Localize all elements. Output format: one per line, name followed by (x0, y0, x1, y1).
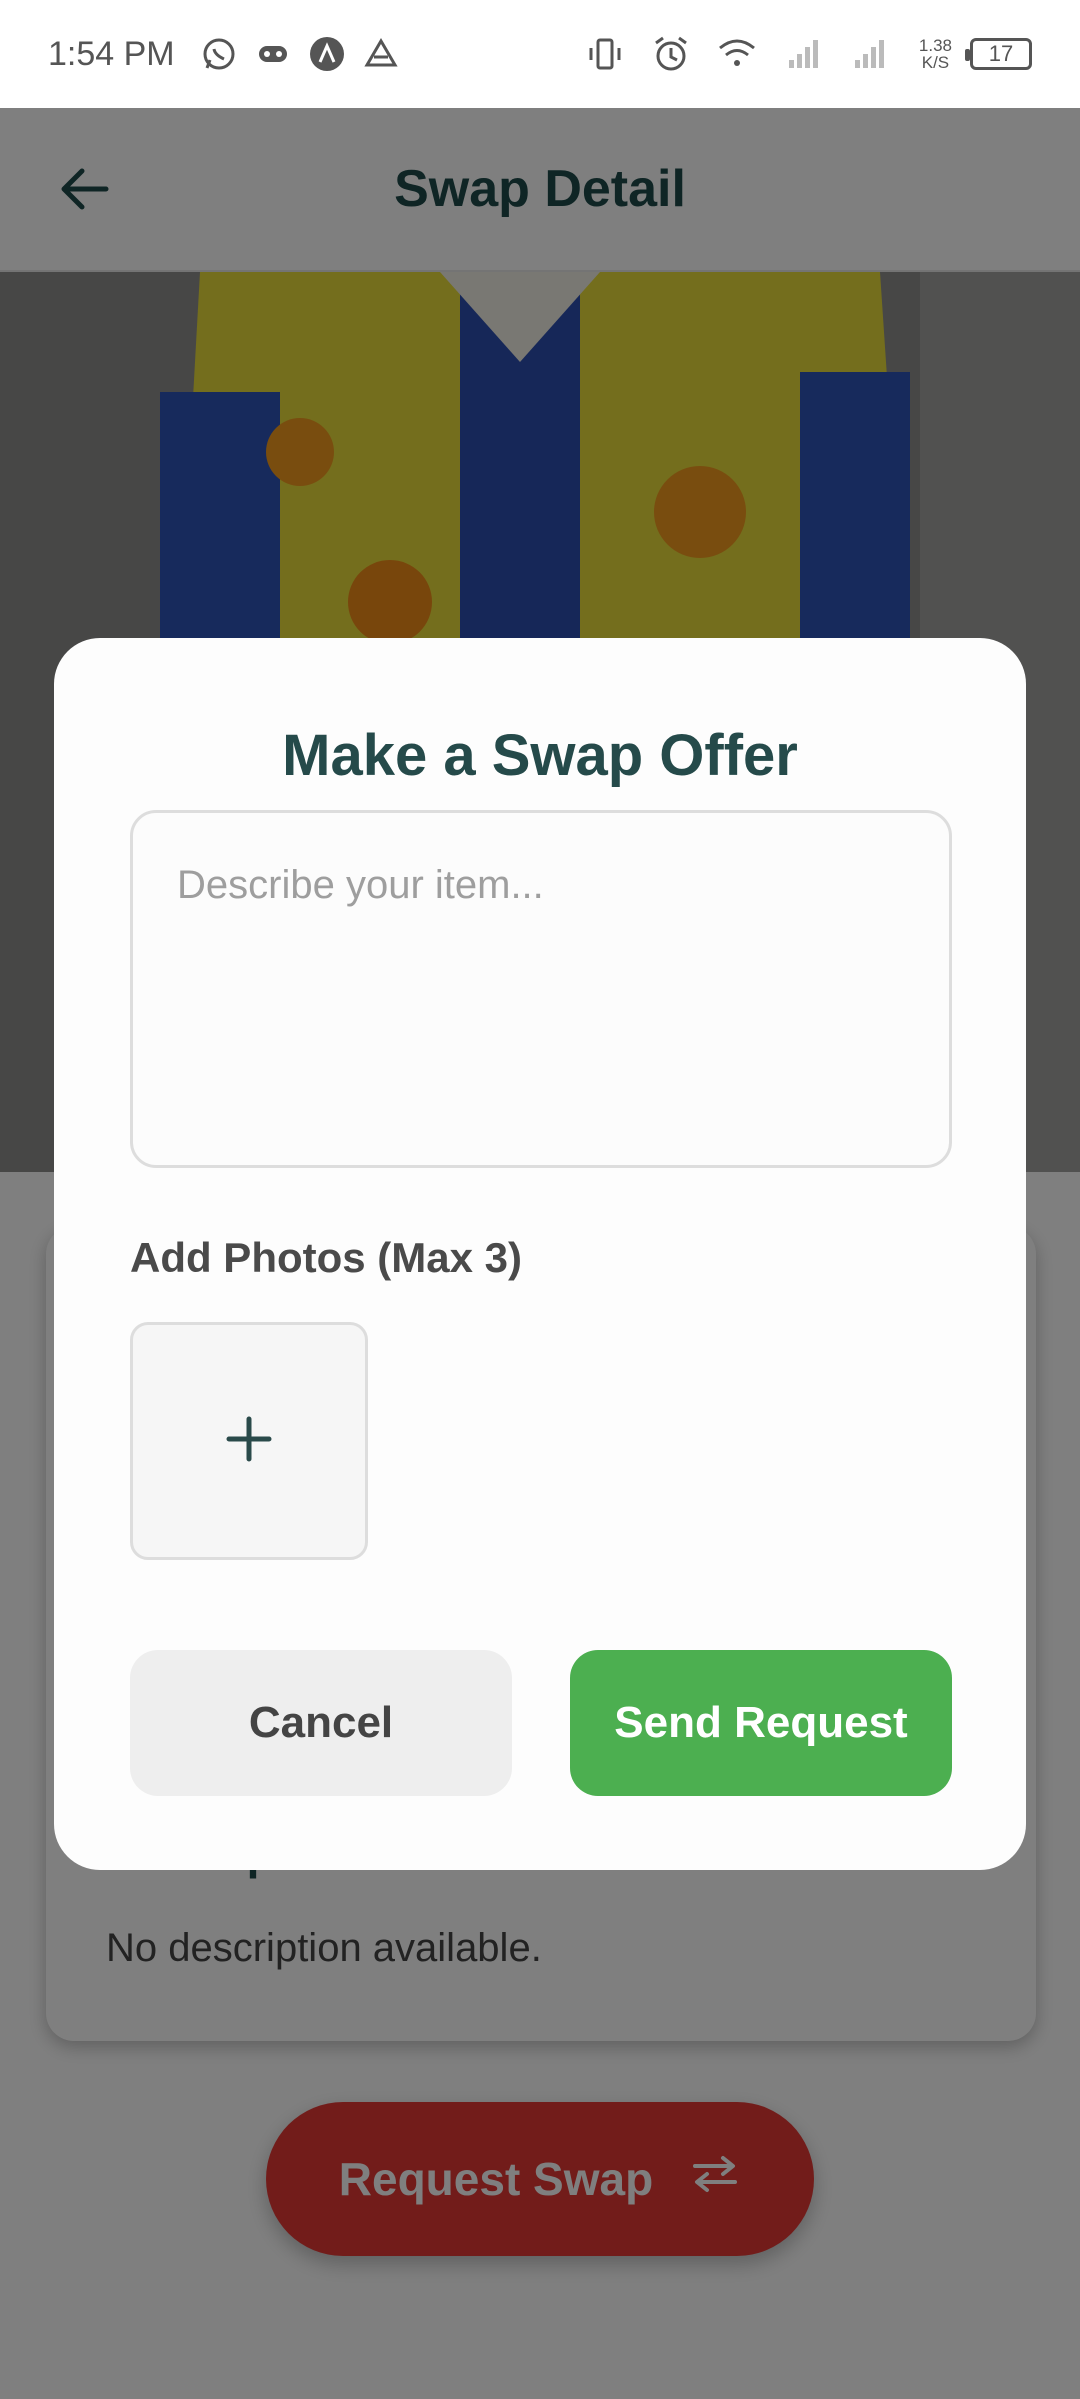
network-speed-value: 1.38 (918, 36, 952, 55)
battery-icon: 17 (965, 38, 1032, 70)
modal-title: Make a Swap Offer (282, 723, 798, 788)
drive-icon (359, 32, 403, 76)
add-photo-button[interactable] (130, 1322, 368, 1560)
app-a-icon (305, 32, 349, 76)
status-bar: 1:54 PM 1.38 K/S 17 (0, 0, 1080, 108)
item-description-input[interactable] (130, 810, 952, 1168)
plus-icon (221, 1411, 277, 1472)
network-speed: 1.38 K/S (919, 37, 952, 71)
swap-offer-modal: Make a Swap Offer Add Photos (Max 3) Can… (54, 638, 1026, 1870)
whatsapp-icon (197, 32, 241, 76)
signal-2-icon (847, 32, 891, 76)
screen: 1:54 PM 1.38 K/S 17 Make a Swap Offer De… (0, 0, 1080, 2399)
vibrate-icon (583, 32, 627, 76)
network-speed-unit: K/S (921, 53, 950, 72)
add-photos-label: Add Photos (Max 3) (130, 1234, 523, 1281)
signal-1-icon (781, 32, 825, 76)
cancel-label: Cancel (248, 1698, 394, 1747)
wifi-icon (715, 32, 759, 76)
send-request-button[interactable]: Send Request (570, 1650, 952, 1796)
alarm-icon (649, 32, 693, 76)
gamepad-icon (251, 32, 295, 76)
cancel-button[interactable]: Cancel (130, 1650, 512, 1796)
battery-level: 17 (988, 41, 1014, 66)
status-time: 1:54 PM (48, 34, 175, 73)
status-right: 1.38 K/S 17 (583, 32, 1032, 76)
send-request-label: Send Request (614, 1698, 908, 1747)
